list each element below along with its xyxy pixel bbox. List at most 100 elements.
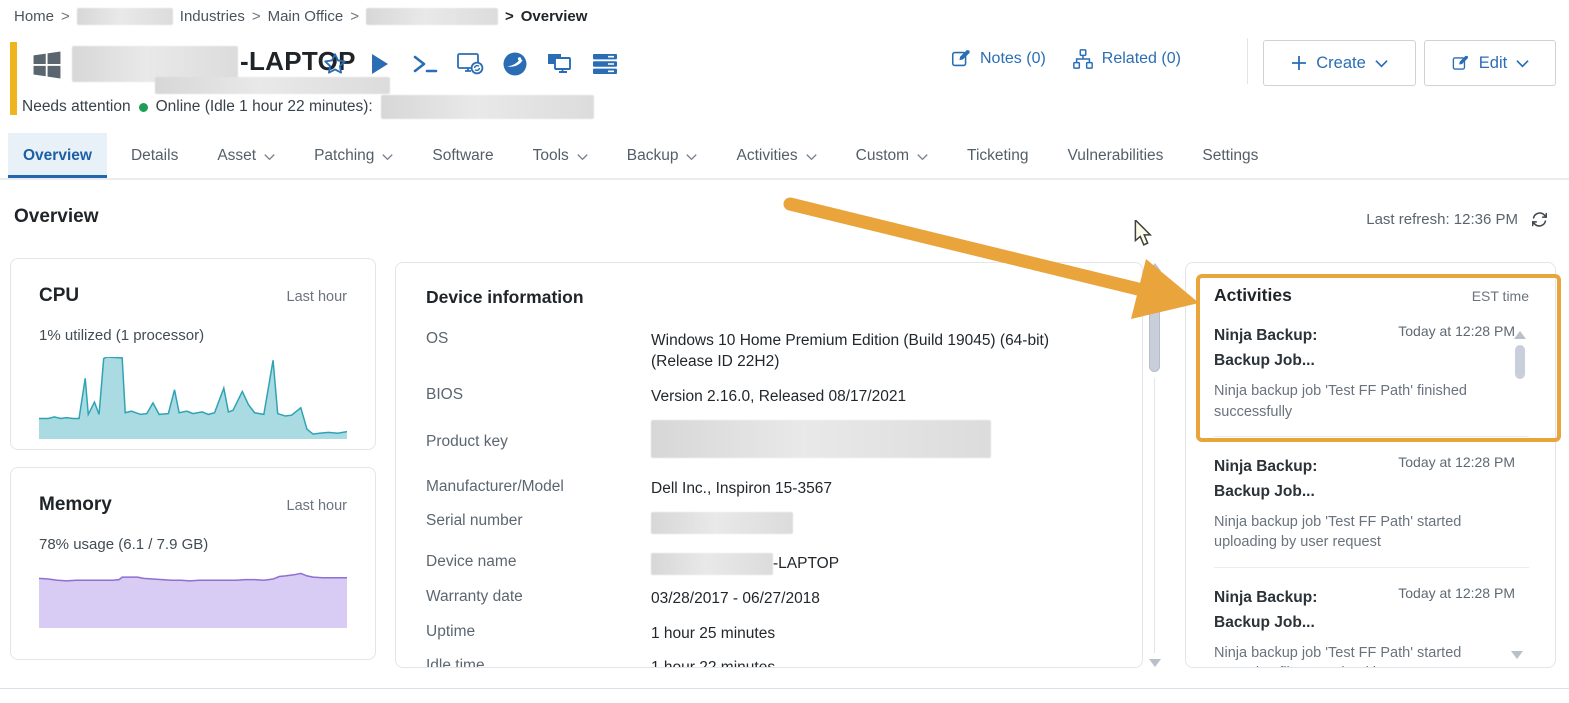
content-scrollbar[interactable] (1146, 263, 1164, 667)
server-stack-icon[interactable] (591, 50, 619, 78)
status-text: Needs attention (22, 98, 131, 116)
windows-logo-icon (30, 48, 64, 82)
activity-time: Today at 12:28 PM (1398, 323, 1529, 373)
related-label: Related (0) (1102, 50, 1181, 68)
redacted-product-key (651, 420, 991, 458)
notes-label: Notes (0) (980, 50, 1046, 68)
breadcrumb-location[interactable]: Main Office (268, 8, 344, 25)
device-name-value: -LAPTOP (773, 555, 839, 572)
info-row-idle-time: Idle time 1 hour 22 minutes (426, 657, 1112, 668)
tab-asset[interactable]: Asset (202, 133, 290, 178)
online-text: Online (Idle 1 hour 22 minutes): (156, 98, 373, 116)
bios-value: Version 2.16.0, Released 08/17/2021 (651, 386, 1112, 407)
os-value: Windows 10 Home Premium Edition (Build 1… (651, 330, 1111, 373)
activity-item[interactable]: Ninja Backup:Backup Job... Today at 12:2… (1214, 585, 1529, 668)
cpu-card: CPU Last hour 1% utilized (1 processor) (10, 258, 376, 450)
activity-description: Ninja backup job 'Test FF Path' finished… (1214, 381, 1529, 422)
breadcrumb-home[interactable]: Home (14, 8, 54, 25)
tab-tools[interactable]: Tools (518, 133, 603, 178)
tab-settings[interactable]: Settings (1187, 133, 1273, 178)
activities-scroll-up-arrow[interactable] (1514, 331, 1526, 339)
breadcrumb-separator: > (252, 8, 261, 25)
edit-button-label: Edit (1479, 54, 1507, 73)
refresh-icon[interactable] (1530, 210, 1549, 229)
tab-overview[interactable]: Overview (8, 133, 107, 178)
chevron-down-icon (264, 153, 275, 161)
needs-attention-bar (10, 42, 17, 115)
info-row-product-key: Product key (426, 420, 1112, 464)
online-status-dot (139, 103, 148, 112)
activities-scroll-down-arrow[interactable] (1511, 651, 1523, 659)
redacted-org-name (77, 8, 173, 25)
tab-custom[interactable]: Custom (841, 133, 943, 178)
activity-divider (1214, 567, 1529, 568)
redacted-device-name (366, 8, 498, 25)
device-information-title: Device information (426, 287, 1112, 308)
run-script-play-icon[interactable] (366, 50, 394, 78)
edit-button[interactable]: Edit (1424, 40, 1556, 86)
info-row-device-name: Device name -LAPTOP (426, 553, 1112, 575)
chevron-down-icon (577, 153, 588, 161)
tab-details[interactable]: Details (116, 133, 193, 178)
cpu-utilization-text: 1% utilized (1 processor) (39, 327, 347, 344)
scrollbar-track (1154, 378, 1155, 653)
breadcrumb-current: Overview (521, 8, 588, 25)
redacted-logged-in-user (381, 95, 594, 119)
breadcrumb: Home > Industries > Main Office > > Over… (14, 8, 587, 25)
tab-activities[interactable]: Activities (721, 133, 831, 178)
activity-item[interactable]: Ninja Backup:Backup Job... Today at 12:2… (1214, 323, 1529, 437)
favorite-star-icon[interactable] (321, 50, 349, 78)
redacted-device-subtitle (155, 77, 390, 94)
info-row-bios: BIOS Version 2.16.0, Released 08/17/2021 (426, 386, 1112, 407)
uptime-value: 1 hour 25 minutes (651, 623, 1112, 644)
memory-card-range: Last hour (287, 498, 347, 514)
chevron-down-icon (382, 153, 393, 161)
tab-vulnerabilities[interactable]: Vulnerabilities (1053, 133, 1179, 178)
activity-time: Today at 12:28 PM (1398, 585, 1529, 635)
dual-monitors-icon[interactable] (546, 50, 574, 78)
mouse-cursor (1133, 220, 1154, 247)
chevron-down-icon (806, 153, 817, 161)
bottom-divider (0, 688, 1569, 689)
scroll-up-arrow[interactable] (1149, 263, 1161, 271)
header-divider (1247, 38, 1248, 84)
manufacturer-value: Dell Inc., Inspiron 15-3567 (651, 478, 1112, 499)
memory-area-chart (39, 566, 347, 628)
info-row-uptime: Uptime 1 hour 25 minutes (426, 623, 1112, 644)
notes-link[interactable]: Notes (0) (950, 48, 1046, 70)
tab-backup[interactable]: Backup (612, 133, 713, 178)
activities-card: Activities EST time Ninja Backup:Backup … (1185, 262, 1556, 668)
activities-scrollbar-thumb[interactable] (1515, 345, 1525, 379)
info-row-manufacturer: Manufacturer/Model Dell Inc., Inspiron 1… (426, 478, 1112, 499)
splashtop-icon[interactable] (501, 50, 529, 78)
warranty-date-link[interactable]: 03/28/2017 - 06/27/2018 (651, 588, 1112, 609)
create-button[interactable]: Create (1263, 40, 1416, 86)
terminal-icon[interactable] (411, 50, 439, 78)
cpu-area-chart (39, 357, 347, 439)
memory-card-title: Memory (39, 494, 112, 516)
breadcrumb-separator: > (350, 8, 359, 25)
device-information-card: Device information OS Windows 10 Home Pr… (395, 262, 1143, 668)
redacted-serial-number (651, 512, 793, 534)
breadcrumb-separator: > (505, 8, 514, 25)
plus-icon (1291, 55, 1307, 71)
chevron-down-icon (1375, 59, 1388, 68)
activity-item[interactable]: Ninja Backup:Backup Job... Today at 12:2… (1214, 454, 1529, 568)
breadcrumb-separator: > (61, 8, 70, 25)
scroll-down-arrow[interactable] (1149, 659, 1161, 667)
tab-software[interactable]: Software (417, 133, 508, 178)
cpu-card-range: Last hour (287, 289, 347, 305)
tab-ticketing[interactable]: Ticketing (952, 133, 1043, 178)
cpu-card-title: CPU (39, 285, 79, 307)
scrollbar-thumb[interactable] (1149, 276, 1160, 372)
breadcrumb-org[interactable]: Industries (180, 8, 245, 25)
page-title: Overview (14, 206, 99, 228)
remote-desktop-icon[interactable] (456, 50, 484, 78)
tab-patching[interactable]: Patching (299, 133, 408, 178)
related-link[interactable]: Related (0) (1072, 48, 1181, 70)
related-items-icon (1072, 48, 1094, 70)
create-button-label: Create (1316, 54, 1366, 73)
edit-pencil-icon (1451, 54, 1470, 73)
activity-description: Ninja backup job 'Test FF Path' started … (1214, 512, 1529, 553)
chevron-down-icon (917, 153, 928, 161)
